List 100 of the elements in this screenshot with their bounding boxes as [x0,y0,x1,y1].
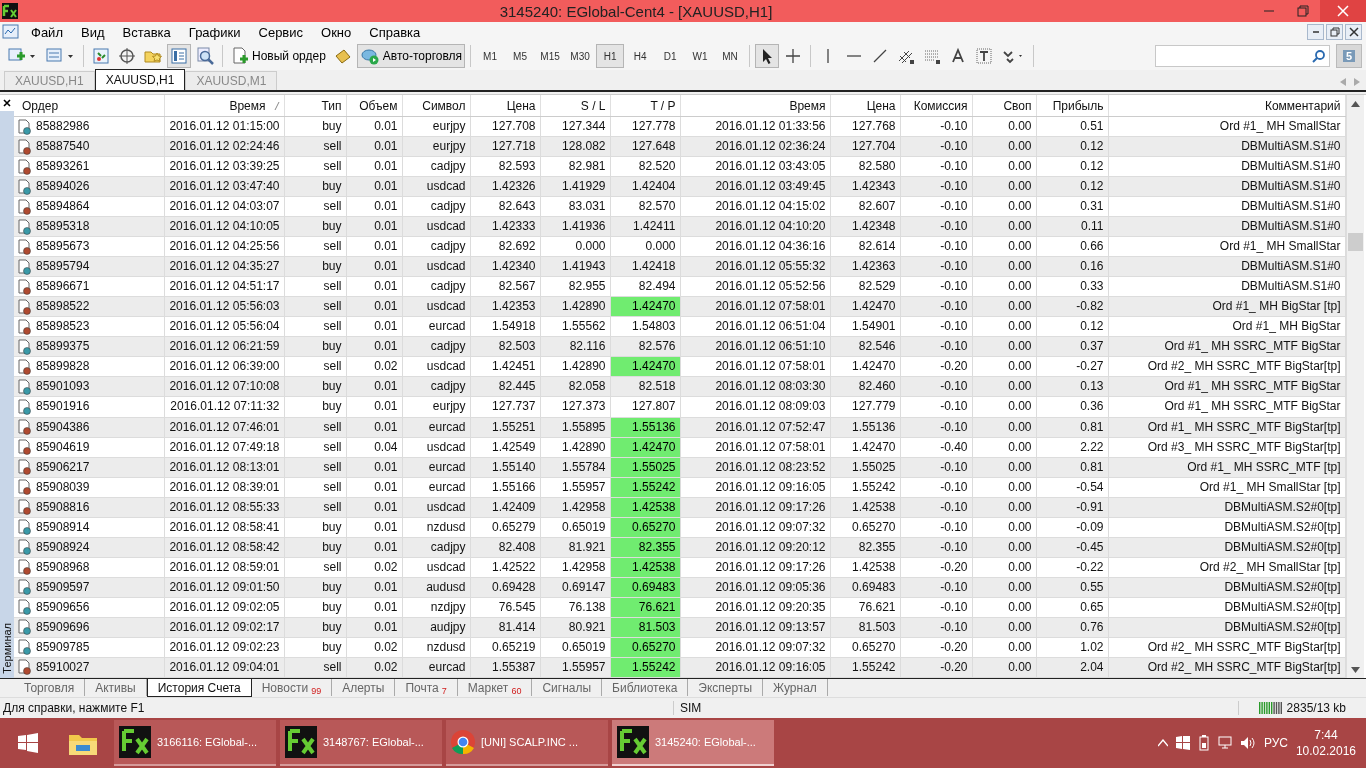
timeframe-button[interactable]: M1 [476,44,505,68]
chart-tab[interactable]: XAUUSD,H1 [94,69,186,90]
order-number: 85901093 [36,378,90,396]
order-number: 85899375 [36,338,90,356]
taskbar-app[interactable]: [UNI] SCALP.INC ... [446,720,608,766]
minimize-icon [1264,10,1274,12]
caret-down-icon [1350,666,1360,673]
clock-time[interactable]: 7:44 [1314,728,1338,742]
panel-tab[interactable]: Эксперты [688,679,764,696]
timeframe-button[interactable]: D1 [656,44,685,68]
network-icon [1217,736,1232,750]
browser-icon [450,729,476,755]
terminal-button[interactable] [167,44,191,68]
timeframe-button[interactable]: H4 [626,44,655,68]
panel-tab[interactable]: Маркет 60 [457,679,533,696]
order-number: 85908968 [36,558,90,576]
order-number: 85898523 [36,318,90,336]
column-header[interactable]: Цена [470,95,540,117]
document-plus-icon [231,47,249,65]
taskbar-app[interactable]: 3148767: EGlobal-... [280,720,442,766]
timeframe-button[interactable]: M5 [506,44,535,68]
order-number: 85908039 [36,478,90,496]
column-header[interactable]: Тип [284,95,346,117]
language-indicator[interactable]: РУС [1263,736,1288,750]
panel-tab[interactable]: Журнал [763,679,828,696]
menu-item[interactable]: Справка [360,23,430,41]
panel-tab[interactable]: Торговля [14,679,86,696]
panel-tab[interactable]: Алерты [332,679,396,696]
close-icon [1348,27,1359,37]
column-header[interactable]: T / P [610,95,680,117]
column-header[interactable]: Время [680,95,830,117]
timeframe-button[interactable]: W1 [686,44,715,68]
timeframe-button[interactable]: MN [716,44,745,68]
minimize-button[interactable] [1307,24,1324,40]
timeframe-button[interactable]: M30 [566,44,595,68]
order-number: 85909785 [36,638,90,656]
panel-tab[interactable]: Новости 99 [251,679,333,696]
order-number: 85906217 [36,458,90,476]
fibonacci-icon [923,47,942,65]
order-number: 85894026 [36,178,90,196]
column-header[interactable]: Время [164,95,284,117]
panel-tab[interactable]: Библиотека [602,679,689,696]
menu-item[interactable]: Вид [71,23,114,41]
clock-date[interactable]: 10.02.2016 [1295,744,1356,758]
menu-item[interactable]: Окно [312,23,361,41]
panel-tab[interactable]: Активы [85,679,147,696]
windows-logo-icon [17,733,38,753]
column-header[interactable]: Комментарий [1108,95,1345,117]
panel-tab[interactable]: История Счета [146,679,252,697]
order-number: 85901916 [36,398,90,416]
timeframe-button[interactable]: M15 [536,44,565,68]
order-number: 85895794 [36,258,90,276]
scroll-left-icon [1340,78,1346,86]
cursor-button[interactable] [755,44,780,68]
restore-icon [1297,5,1309,17]
column-header[interactable]: Ордер [14,95,164,117]
sort-icon [273,102,280,111]
close-icon [3,99,11,107]
order-number: 85895673 [36,238,90,256]
order-number: 85887540 [36,138,90,156]
terminal-icon [170,47,188,65]
crosshair-icon [784,47,803,65]
column-header[interactable]: Объем [346,95,402,117]
menu-item[interactable]: Вставка [113,23,180,41]
profile-name: SIM [673,701,1220,715]
panel-tab[interactable]: Почта 7 [395,679,458,696]
menu-item[interactable]: Сервис [249,23,313,41]
new-order-button[interactable]: Новый ордер [228,44,329,68]
order-number: 85896671 [36,278,90,296]
column-header[interactable]: Цена [830,95,900,117]
column-header[interactable]: Своп [972,95,1036,117]
close-button[interactable] [0,95,14,111]
order-number: 85899828 [36,358,90,376]
column-header[interactable]: Комиссия [900,95,972,117]
column-header[interactable]: S / L [540,95,610,117]
taskbar-app[interactable]: 3166116: EGlobal-... [114,720,276,766]
column-header[interactable]: Прибыль [1036,95,1108,117]
scrollbar-thumb[interactable] [1347,233,1363,251]
search-icon [1312,49,1326,63]
caret-up-icon [1157,739,1168,747]
order-number: 85908924 [36,538,90,556]
horizontal-line-icon [847,55,862,57]
panel-tab[interactable]: Сигналы [532,679,603,696]
auto-trading-button[interactable]: Авто-торговля [356,44,466,68]
order-number: 85909696 [36,618,90,636]
restore-button[interactable] [1326,24,1343,40]
order-number: 85909656 [36,598,90,616]
menu-item[interactable]: Файл [22,23,72,41]
restore-icon [1329,27,1340,37]
app-logo-icon [118,725,152,759]
menu-item[interactable]: Графики [179,23,250,41]
timeframe-button[interactable]: H1 [596,44,625,68]
order-number: 85894864 [36,198,90,216]
window-title: 3145240: EGlobal-Cent4 - [XAUUSD,H1] [498,2,774,20]
search-field[interactable] [1155,45,1330,67]
order-number: 85904619 [36,438,90,456]
column-header[interactable]: Символ [402,95,470,117]
close-button[interactable] [1345,24,1362,40]
app-logo-icon [616,725,650,759]
traffic-text: 2835/13 kb [1286,701,1346,715]
